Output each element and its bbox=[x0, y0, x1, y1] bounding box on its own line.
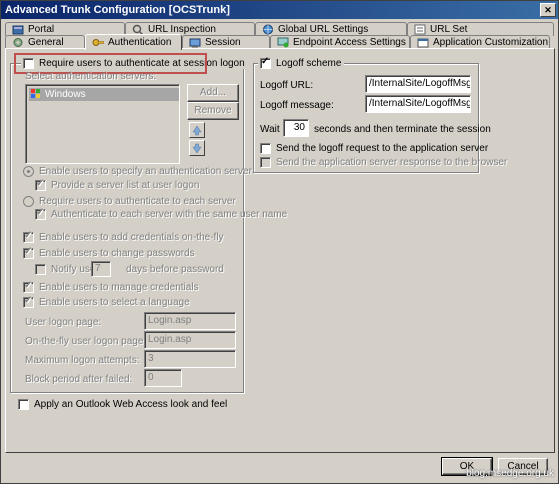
logoff-scheme-checkbox[interactable] bbox=[260, 56, 271, 69]
tab-session[interactable]: Session bbox=[182, 35, 270, 49]
max-attempts-input[interactable]: 3 bbox=[144, 350, 236, 368]
each-server-radio[interactable] bbox=[23, 196, 34, 207]
send-response-checkbox[interactable] bbox=[260, 157, 271, 168]
days-before-label: days before password bbox=[126, 264, 224, 275]
general-icon bbox=[12, 37, 24, 48]
max-attempts-label: Maximum logon attempts: bbox=[25, 355, 140, 366]
manage-credentials-checkbox[interactable] bbox=[23, 280, 34, 293]
auth-server-list[interactable]: Windows bbox=[25, 84, 180, 164]
session-icon bbox=[189, 37, 201, 48]
endpoint-icon bbox=[277, 37, 289, 48]
tab-global-url-settings[interactable]: Global URL Settings bbox=[255, 22, 407, 36]
logoff-url-label: Logoff URL: bbox=[260, 80, 314, 91]
tab-url-set[interactable]: URL Set bbox=[407, 22, 554, 36]
logoff-url-input[interactable]: /InternalSite/LogoffMsg.asp bbox=[365, 75, 471, 93]
add-server-button[interactable]: Add... bbox=[187, 84, 239, 102]
block-period-label: Block period after failed: bbox=[25, 374, 133, 385]
send-response-option[interactable]: Send the application server response to … bbox=[260, 157, 507, 168]
app-customization-icon bbox=[417, 37, 429, 48]
add-credentials-option[interactable]: Enable users to add credentials on-the-f… bbox=[23, 230, 224, 243]
specify-server-radio[interactable] bbox=[23, 166, 34, 177]
each-server-option[interactable]: Require users to authenticate to each se… bbox=[23, 196, 236, 207]
same-name-checkbox[interactable] bbox=[35, 207, 46, 220]
block-period-input[interactable]: 0 bbox=[144, 369, 182, 387]
notify-user-option[interactable]: Notify user bbox=[35, 264, 99, 275]
tab-endpoint-access-settings[interactable]: Endpoint Access Settings bbox=[270, 35, 410, 49]
window-title: Advanced Trunk Configuration [OCSTrunk] bbox=[5, 4, 230, 16]
arrow-down-icon bbox=[190, 143, 204, 158]
tab-authentication[interactable]: Authentication bbox=[85, 34, 182, 50]
onthefly-page-label: On-the-fly user logon page: bbox=[25, 336, 147, 347]
same-name-option[interactable]: Authenticate to each server with the sam… bbox=[35, 207, 287, 220]
logoff-message-label: Logoff message: bbox=[260, 100, 334, 111]
list-item[interactable]: Windows bbox=[29, 88, 179, 101]
select-language-option[interactable]: Enable users to select a language bbox=[23, 295, 190, 308]
provide-list-option[interactable]: Provide a server list at user logon bbox=[35, 178, 199, 191]
manage-credentials-option[interactable]: Enable users to manage credentials bbox=[23, 280, 199, 293]
logon-page-label: User logon page: bbox=[25, 317, 102, 328]
logoff-scheme-option[interactable]: Logoff scheme bbox=[258, 56, 345, 69]
tab-general[interactable]: General bbox=[5, 35, 85, 49]
select-language-checkbox[interactable] bbox=[23, 295, 34, 308]
specify-server-option[interactable]: Enable users to specify an authenticatio… bbox=[23, 166, 252, 177]
onthefly-page-input[interactable]: Login.asp bbox=[144, 331, 236, 349]
send-request-option[interactable]: Send the logoff request to the applicati… bbox=[260, 143, 488, 154]
owa-look-option[interactable]: Apply an Outlook Web Access look and fee… bbox=[18, 399, 227, 410]
move-down-button[interactable] bbox=[189, 140, 205, 156]
title-bar: Advanced Trunk Configuration [OCSTrunk] … bbox=[1, 1, 558, 19]
notify-user-checkbox[interactable] bbox=[35, 264, 46, 275]
windows-server-icon bbox=[31, 88, 41, 101]
logon-page-input[interactable]: Login.asp bbox=[144, 312, 236, 330]
tab-row-bottom: General Authentication Session Endpoint … bbox=[5, 34, 550, 50]
dialog-window: Advanced Trunk Configuration [OCSTrunk] … bbox=[0, 0, 559, 484]
global-url-icon bbox=[262, 24, 274, 35]
move-up-button[interactable] bbox=[189, 122, 205, 138]
authentication-icon bbox=[92, 37, 105, 48]
arrow-up-icon bbox=[190, 125, 204, 140]
wait-suffix-label: seconds and then terminate the session bbox=[314, 124, 491, 135]
provide-list-checkbox[interactable] bbox=[35, 178, 46, 191]
change-passwords-option[interactable]: Enable users to change passwords bbox=[23, 246, 195, 259]
add-credentials-checkbox[interactable] bbox=[23, 230, 34, 243]
portal-icon bbox=[12, 24, 24, 35]
notify-days-input[interactable]: 7 bbox=[91, 261, 111, 277]
send-request-checkbox[interactable] bbox=[260, 143, 271, 154]
watermark: blog.msedge.org.uk bbox=[466, 468, 554, 479]
tab-application-customization[interactable]: Application Customization bbox=[410, 35, 550, 49]
remove-server-button[interactable]: Remove bbox=[187, 102, 239, 120]
wait-seconds-input[interactable]: 30 bbox=[283, 119, 309, 137]
select-servers-label: Select authentication servers: bbox=[25, 71, 157, 82]
close-button[interactable]: ✕ bbox=[540, 3, 556, 17]
url-set-icon bbox=[414, 24, 426, 35]
logoff-message-input[interactable]: /InternalSite/LogoffMsg.asp bbox=[365, 95, 471, 113]
owa-look-checkbox[interactable] bbox=[18, 399, 29, 410]
wait-label: Wait bbox=[260, 124, 280, 135]
change-passwords-checkbox[interactable] bbox=[23, 246, 34, 259]
